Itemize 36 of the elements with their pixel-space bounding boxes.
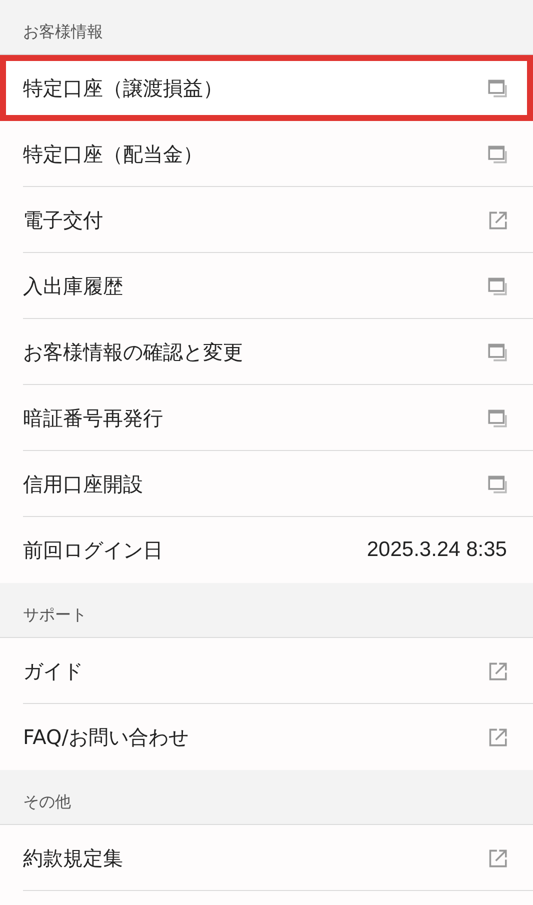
menu-label: 信用口座開設 [23,471,143,498]
external-link-icon [488,848,507,868]
section-header: サポート [23,604,87,626]
window-icon [488,144,507,164]
menu-item[interactable]: 電子交付 [0,187,533,253]
menu-label: 入出庫履歴 [23,273,123,300]
window-icon [488,474,507,494]
menu-item[interactable]: 約款規定集 [0,825,533,891]
window-icon [488,408,507,428]
menu-item[interactable]: 暗証番号再発行 [0,385,533,451]
window-icon [488,342,507,362]
section-header: その他 [23,791,71,813]
external-link-icon [488,662,507,680]
menu-item[interactable]: 信用口座開設 [0,451,533,517]
menu-label: 電子交付 [23,207,103,234]
menu-item[interactable]: お客様情報の確認と変更 [0,319,533,385]
window-icon [488,276,507,296]
menu-label: 約款規定集 [23,845,123,872]
window-icon [488,78,507,98]
menu-label: 特定口座（譲渡損益） [23,75,223,102]
menu-label: お客様情報の確認と変更 [23,339,243,366]
menu-item[interactable]: ガイド [0,638,533,704]
menu-label: FAQ/お問い合わせ [23,724,188,751]
external-link-icon [488,210,507,230]
menu-label: ガイド [23,658,83,685]
menu-label: 暗証番号再発行 [23,405,163,432]
menu-label: 特定口座（配当金） [23,141,203,168]
section-header: お客様情報 [23,21,103,43]
menu-item[interactable]: 特定口座（配当金） [0,121,533,187]
menu-item[interactable]: 入出庫履歴 [0,253,533,319]
highlighted-menu-item[interactable]: 特定口座（譲渡損益） [0,55,533,121]
menu-item[interactable]: FAQ/お問い合わせ [0,704,533,770]
external-link-icon [488,728,507,746]
login-date: 2025.3.24 8:35 [366,537,507,564]
menu-item[interactable]: 前回ログイン日 2025.3.24 8:35 [0,517,533,583]
menu-label: 前回ログイン日 [23,537,163,564]
